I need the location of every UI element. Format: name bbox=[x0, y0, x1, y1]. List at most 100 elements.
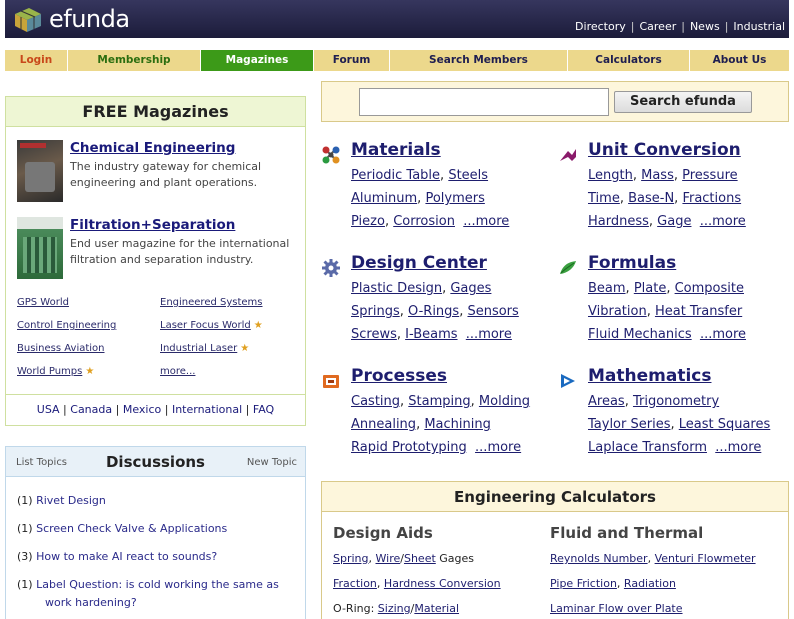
link-gps-world[interactable]: GPS World bbox=[17, 297, 69, 308]
search-button[interactable]: Search efunda bbox=[614, 91, 752, 113]
topic-link[interactable]: Annealing bbox=[351, 417, 416, 432]
calc-sheet-link[interactable]: Sheet bbox=[404, 552, 436, 565]
topic-link[interactable]: Laplace Transform bbox=[588, 440, 707, 455]
link-world-pumps[interactable]: World Pumps ★ bbox=[17, 366, 94, 377]
more-link[interactable]: ...more bbox=[715, 440, 761, 455]
link-business-aviation[interactable]: Business Aviation bbox=[17, 343, 105, 354]
magazine-title-link[interactable]: Filtration+Separation bbox=[70, 217, 235, 233]
link-international[interactable]: International bbox=[172, 403, 242, 416]
discussion-item: (1) Rivet Design bbox=[17, 494, 106, 507]
topic-link[interactable]: Sensors bbox=[467, 304, 518, 319]
topic-link[interactable]: Pressure bbox=[682, 168, 738, 183]
calc-sizing-link[interactable]: Sizing bbox=[378, 602, 411, 615]
calc-reynolds-link[interactable]: Reynolds Number bbox=[550, 552, 648, 565]
topic-link[interactable]: Casting bbox=[351, 394, 400, 409]
calc-wire-link[interactable]: Wire bbox=[376, 552, 401, 565]
link-laser-focus-world[interactable]: Laser Focus World ★ bbox=[160, 320, 263, 331]
topic-link[interactable]: I-Beams bbox=[405, 327, 457, 342]
topic-link[interactable]: Screws bbox=[351, 327, 397, 342]
formulas-link[interactable]: Formulas bbox=[588, 253, 676, 273]
topic-link[interactable]: Time bbox=[588, 191, 620, 206]
topic-link[interactable]: Piezo bbox=[351, 214, 385, 229]
topic-link[interactable]: Least Squares bbox=[679, 417, 771, 432]
topic-link[interactable]: Mass bbox=[641, 168, 674, 183]
topic-link[interactable]: Base-N bbox=[628, 191, 674, 206]
efunda-logo[interactable]: efunda bbox=[11, 4, 130, 34]
topic-link[interactable]: Aluminum bbox=[351, 191, 417, 206]
topic-link[interactable]: Periodic Table bbox=[351, 168, 440, 183]
link-canada[interactable]: Canada bbox=[70, 403, 112, 416]
free-magazines-panel: FREE Magazines Chemical Engineering The … bbox=[5, 96, 306, 426]
link-more-magazines[interactable]: more... bbox=[160, 366, 195, 377]
calc-pipe-friction-link[interactable]: Pipe Friction bbox=[550, 577, 617, 590]
materials-link[interactable]: Materials bbox=[351, 140, 441, 160]
link-engineered-systems[interactable]: Engineered Systems bbox=[160, 297, 263, 308]
calc-venturi-link[interactable]: Venturi Flowmeter bbox=[655, 552, 756, 565]
calc-radiation-link[interactable]: Radiation bbox=[624, 577, 676, 590]
calc-material-link[interactable]: Material bbox=[414, 602, 459, 615]
link-faq[interactable]: FAQ bbox=[253, 403, 274, 416]
topic-link[interactable]: Vibration bbox=[588, 304, 647, 319]
topic-link[interactable]: Hardness bbox=[588, 214, 649, 229]
more-link[interactable]: ...more bbox=[463, 214, 509, 229]
topic-link[interactable]: Plate bbox=[634, 281, 667, 296]
more-link[interactable]: ...more bbox=[700, 214, 746, 229]
more-link[interactable]: ...more bbox=[466, 327, 512, 342]
more-link[interactable]: ...more bbox=[700, 327, 746, 342]
link-usa[interactable]: USA bbox=[37, 403, 60, 416]
topic-link[interactable]: Molding bbox=[479, 394, 530, 409]
link-control-engineering[interactable]: Control Engineering bbox=[17, 320, 116, 331]
unit-conversion-link[interactable]: Unit Conversion bbox=[588, 140, 741, 160]
topic-link[interactable]: Gages bbox=[450, 281, 491, 296]
nav-search-members[interactable]: Search Members bbox=[390, 50, 568, 71]
link-industrial[interactable]: Industrial bbox=[733, 20, 785, 33]
topic-link[interactable]: Machining bbox=[424, 417, 491, 432]
discussion-link[interactable]: How to make AI react to sounds? bbox=[36, 550, 217, 563]
discussion-link[interactable]: Rivet Design bbox=[36, 494, 106, 507]
discussion-link[interactable]: Label Question: is cold working the same… bbox=[36, 578, 279, 609]
nav-calculators[interactable]: Calculators bbox=[568, 50, 690, 71]
more-link[interactable]: ...more bbox=[475, 440, 521, 455]
topic-link[interactable]: Springs bbox=[351, 304, 400, 319]
topic-link[interactable]: Rapid Prototyping bbox=[351, 440, 467, 455]
topic-link[interactable]: Composite bbox=[675, 281, 744, 296]
nav-forum[interactable]: Forum bbox=[314, 50, 390, 71]
topic-link[interactable]: Steels bbox=[448, 168, 488, 183]
design-center-link[interactable]: Design Center bbox=[351, 253, 487, 273]
discussion-link[interactable]: Screen Check Valve & Applications bbox=[36, 522, 227, 535]
topic-link[interactable]: Polymers bbox=[425, 191, 484, 206]
topic-link[interactable]: Beam bbox=[588, 281, 626, 296]
link-industrial-laser[interactable]: Industrial Laser ★ bbox=[160, 343, 249, 354]
topic-link[interactable]: Trigonometry bbox=[633, 394, 719, 409]
calc-spring-link[interactable]: Spring bbox=[333, 552, 369, 565]
topic-link[interactable]: Heat Transfer bbox=[655, 304, 742, 319]
link-news[interactable]: News bbox=[690, 20, 720, 33]
topic-link[interactable]: Taylor Series bbox=[588, 417, 670, 432]
mathematics-link[interactable]: Mathematics bbox=[588, 366, 711, 386]
link-directory[interactable]: Directory bbox=[575, 20, 626, 33]
processes-link[interactable]: Processes bbox=[351, 366, 447, 386]
new-topic-link[interactable]: New Topic bbox=[247, 457, 297, 468]
calc-hardness-link[interactable]: Hardness Conversion bbox=[384, 577, 501, 590]
calc-laminar-link[interactable]: Laminar Flow over Plate bbox=[550, 602, 683, 615]
calc-fraction-link[interactable]: Fraction bbox=[333, 577, 377, 590]
topic-link[interactable]: Gage bbox=[657, 214, 691, 229]
filtration-separation-cover[interactable] bbox=[17, 217, 63, 279]
magazine-title-link[interactable]: Chemical Engineering bbox=[70, 140, 235, 156]
nav-about-us[interactable]: About Us bbox=[690, 50, 789, 71]
link-career[interactable]: Career bbox=[639, 20, 676, 33]
topic-link[interactable]: Areas bbox=[588, 394, 625, 409]
topic-link[interactable]: Fractions bbox=[682, 191, 741, 206]
nav-magazines[interactable]: Magazines bbox=[201, 50, 314, 71]
search-input[interactable] bbox=[359, 88, 609, 116]
topic-link[interactable]: O-Rings bbox=[408, 304, 459, 319]
topic-link[interactable]: Stamping bbox=[408, 394, 470, 409]
topic-link[interactable]: Corrosion bbox=[393, 214, 455, 229]
chemical-engineering-cover[interactable] bbox=[17, 140, 63, 202]
topic-link[interactable]: Plastic Design bbox=[351, 281, 442, 296]
link-mexico[interactable]: Mexico bbox=[123, 403, 161, 416]
topic-link[interactable]: Fluid Mechanics bbox=[588, 327, 692, 342]
topic-link[interactable]: Length bbox=[588, 168, 633, 183]
nav-membership[interactable]: Membership bbox=[68, 50, 201, 71]
nav-login[interactable]: Login bbox=[5, 50, 68, 71]
